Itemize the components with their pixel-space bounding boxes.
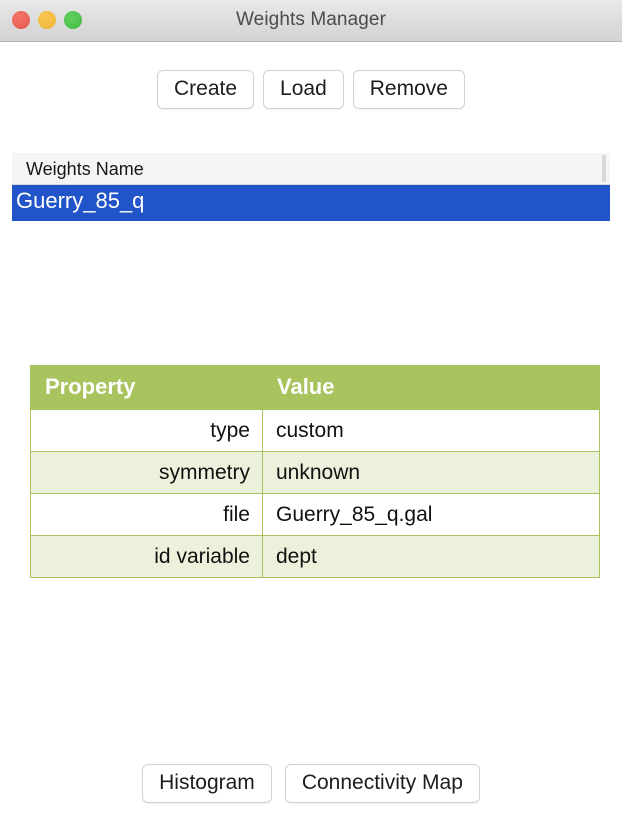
table-header-row: Property Value <box>30 365 600 410</box>
table-row: file Guerry_85_q.gal <box>30 493 600 536</box>
histogram-button[interactable]: Histogram <box>142 764 272 803</box>
property-value-symmetry: unknown <box>262 451 600 494</box>
list-item[interactable]: Guerry_85_q <box>12 185 610 221</box>
title-bar: Weights Manager <box>0 0 622 42</box>
top-toolbar: Create Load Remove <box>0 70 622 109</box>
property-name-type: type <box>30 409 263 452</box>
weights-list-header[interactable]: Weights Name <box>12 153 610 185</box>
column-header-property: Property <box>30 365 263 410</box>
weights-manager-window: Weights Manager Create Load Remove Weigh… <box>0 0 622 824</box>
column-header-value: Value <box>262 365 600 410</box>
remove-button[interactable]: Remove <box>352 70 465 109</box>
property-value-type: custom <box>262 409 600 452</box>
property-name-id-variable: id variable <box>30 535 263 578</box>
list-item-label: Guerry_85_q <box>16 188 145 213</box>
table-row: id variable dept <box>30 535 600 578</box>
create-button[interactable]: Create <box>157 70 255 109</box>
weights-list[interactable]: Weights Name Guerry_85_q <box>12 153 610 222</box>
property-name-symmetry: symmetry <box>30 451 263 494</box>
property-value-id-variable: dept <box>262 535 600 578</box>
property-value-file: Guerry_85_q.gal <box>262 493 600 536</box>
table-row: symmetry unknown <box>30 451 600 494</box>
column-header-weights-name: Weights Name <box>26 159 144 179</box>
column-resize-handle[interactable] <box>602 155 606 182</box>
table-row: type custom <box>30 409 600 452</box>
bottom-toolbar: Histogram Connectivity Map <box>0 764 622 803</box>
property-name-file: file <box>30 493 263 536</box>
page-title: Weights Manager <box>235 9 387 30</box>
load-button[interactable]: Load <box>263 70 344 109</box>
properties-table: Property Value type custom symmetry unkn… <box>30 365 600 578</box>
connectivity-map-button[interactable]: Connectivity Map <box>284 764 480 803</box>
